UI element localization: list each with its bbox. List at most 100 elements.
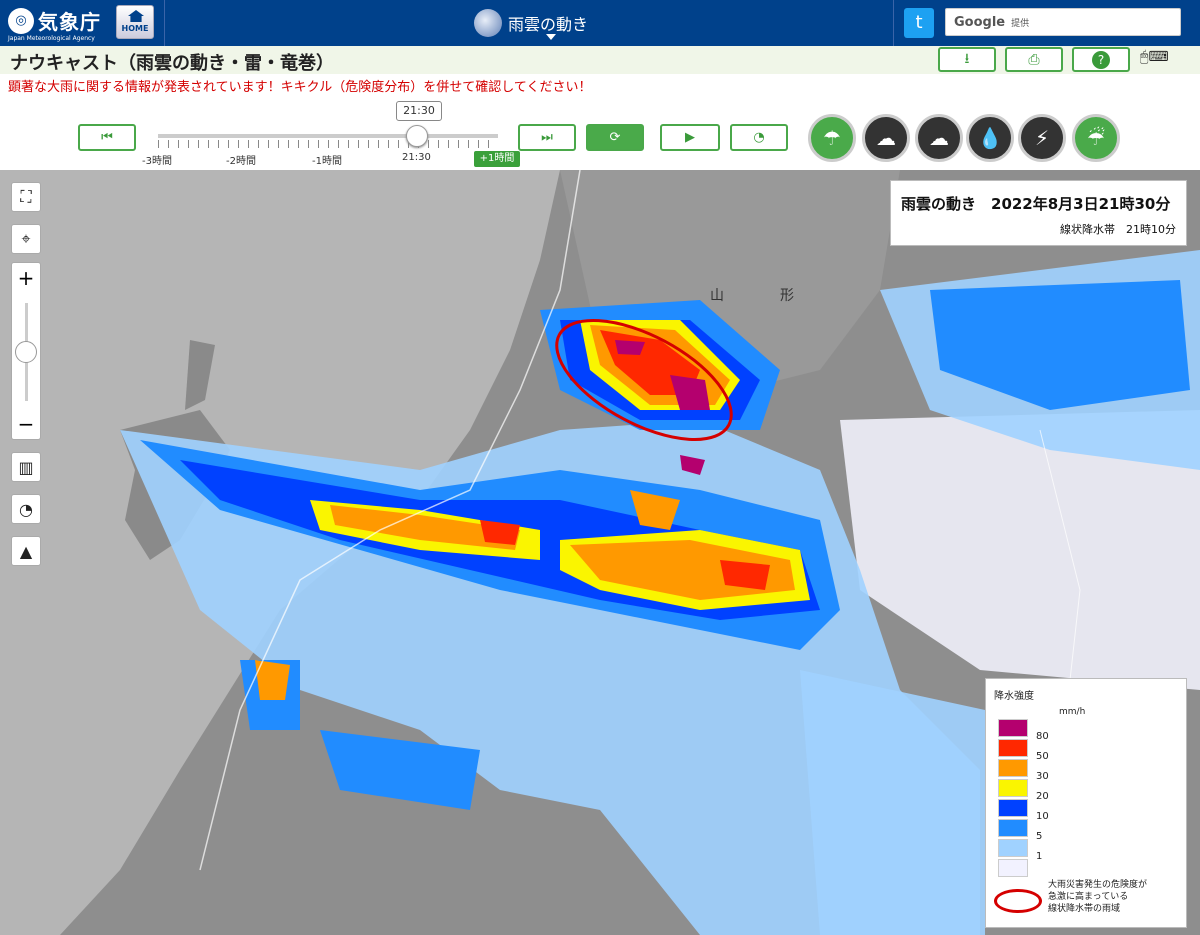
zoom-handle[interactable] <box>15 341 37 363</box>
tick-label: -1時間 <box>312 156 342 167</box>
thunder-mode-button[interactable]: ☁ <box>862 114 910 162</box>
mode-label: 雨雲の動き <box>508 15 589 34</box>
slider-handle[interactable] <box>406 125 428 147</box>
chevron-down-icon <box>546 34 556 40</box>
legend-title: 降水強度 <box>994 691 1034 702</box>
legend-swatch <box>998 739 1028 757</box>
zoom-out-button[interactable]: − <box>12 411 40 437</box>
print-icon: ⎙ <box>1028 51 1040 68</box>
map-icon: ▥ <box>18 457 34 477</box>
lightning-button[interactable]: ⚡ <box>1018 114 1066 162</box>
time-info-box: 雨雲の動き 2022年8月3日21時30分 線状降水帯 21時10分 <box>890 180 1187 246</box>
drop-icon: ◔ <box>19 499 33 519</box>
header-divider <box>164 0 165 46</box>
legend-value: 20 <box>1036 791 1049 802</box>
page-title: ナウキャスト（雨雲の動き・雷・竜巻） <box>10 53 334 74</box>
location-button[interactable]: ⌖ <box>11 224 41 254</box>
terrain-button[interactable]: ▲ <box>11 536 41 566</box>
info-title: 雨雲の動き 2022年8月3日21時30分 <box>901 195 1171 213</box>
map-layer-button[interactable]: ▥ <box>11 452 41 482</box>
search-input[interactable]: Google 提供 <box>945 8 1181 36</box>
lightning-icon: ⚡ <box>1034 126 1050 150</box>
tick-label: -2時間 <box>226 156 256 167</box>
slider-track[interactable] <box>158 134 498 138</box>
tick-label: -3時間 <box>142 156 172 167</box>
legend-swatch <box>998 719 1028 737</box>
input-mode-toggle[interactable]: 🖱⌨ <box>1140 49 1188 71</box>
refresh-icon: ⟳ <box>609 130 621 145</box>
speed-button[interactable]: ◔ <box>730 124 788 151</box>
zoom-in-button[interactable]: + <box>12 265 40 291</box>
play-button[interactable]: ▶ <box>660 124 720 151</box>
rain-mode-button[interactable]: ☂ <box>808 114 856 162</box>
legend-value: 10 <box>1036 811 1049 822</box>
play-icon: ▶ <box>685 130 695 145</box>
fullscreen-button[interactable]: ⛶ <box>11 182 41 212</box>
linear-rainband-ring-icon <box>994 889 1042 913</box>
legend-value: 80 <box>1036 731 1049 742</box>
skip-back-icon: ⏮ <box>101 130 113 145</box>
jma-logo[interactable]: ◎ 気象庁 Japan Meteorological Agency <box>6 4 110 42</box>
legend-swatch <box>998 819 1028 837</box>
slider-ticks <box>158 140 498 148</box>
time-slider[interactable]: 21:30 -3時間 -2時間 -1時間 21:30 +1時間 <box>142 100 520 172</box>
search-provider: 提供 <box>1011 18 1030 29</box>
home-button[interactable]: HOME <box>116 5 154 39</box>
plus-one-hour-label[interactable]: +1時間 <box>474 151 520 167</box>
place-name: 形 <box>780 288 794 304</box>
rain-light <box>800 670 985 935</box>
legend-swatch <box>998 839 1028 857</box>
place-name: 山 <box>710 288 724 304</box>
info-subtitle: 線状降水帯 21時10分 <box>1060 223 1176 236</box>
legend-swatch <box>998 859 1028 877</box>
legend-value: 50 <box>1036 751 1049 762</box>
skip-to-end-button[interactable]: ⏭ <box>518 124 576 151</box>
legend-value: 30 <box>1036 771 1049 782</box>
precip-legend: 降水強度 mm/h 80 50 30 20 10 5 1 大雨災害発生の危険度が 急激に高ま… <box>985 678 1187 928</box>
thunder-cloud-icon: ☁ <box>876 126 896 150</box>
download-button[interactable]: ⭳ <box>938 47 996 72</box>
mode-selector[interactable]: 雨雲の動き <box>474 8 589 40</box>
jma-emblem-icon: ◎ <box>8 8 34 34</box>
rain-drop-layer-button[interactable]: ◔ <box>11 494 41 524</box>
print-button[interactable]: ⎙ <box>1005 47 1063 72</box>
legend-unit: mm/h <box>1059 707 1086 717</box>
twitter-icon[interactable]: t <box>904 8 934 38</box>
warning-notice[interactable]: 顕著な大雨に関する情報が発表されています！キキクル（危険度分布）を併せて確認して… <box>8 76 591 95</box>
header-divider <box>893 0 894 46</box>
top-bar: ◎ 気象庁 Japan Meteorological Agency HOME 雨… <box>0 0 1200 46</box>
agency-name-en: Japan Meteorological Agency <box>8 35 95 42</box>
cloud-mode-icon <box>474 9 502 37</box>
help-button[interactable]: ? <box>1072 47 1130 72</box>
legend-value: 1 <box>1036 851 1043 862</box>
heavy-rain-icon: ☔ <box>1087 126 1105 150</box>
legend-swatch <box>998 779 1028 797</box>
tick-label: 21:30 <box>402 152 431 163</box>
ring-description: 大雨災害発生の危険度が 急激に高まっている 線状降水帯の雨域 <box>1048 880 1148 914</box>
current-time-tooltip: 21:30 <box>396 101 442 121</box>
tornado-icon: ☁ <box>929 126 949 150</box>
house-icon <box>128 10 144 22</box>
rain-drop-button[interactable]: 💧 <box>966 114 1014 162</box>
keyboard-icon: ⌨ <box>1148 49 1169 65</box>
zoom-control: + − <box>11 262 41 440</box>
agency-name: 気象庁 <box>38 10 101 34</box>
skip-forward-icon: ⏭ <box>541 130 553 145</box>
drop-icon: 💧 <box>977 126 1003 150</box>
refresh-button[interactable]: ⟳ <box>586 124 644 151</box>
location-pin-icon: ⌖ <box>21 229 31 248</box>
legend-swatch <box>998 799 1028 817</box>
help-icon: ? <box>1092 50 1110 69</box>
fullscreen-icon: ⛶ <box>20 187 32 206</box>
tornado-mode-button[interactable]: ☁ <box>915 114 963 162</box>
legend-swatch <box>998 759 1028 777</box>
rain-violent <box>615 340 645 355</box>
rain-cloud-icon: ☂ <box>823 126 841 150</box>
speedometer-icon: ◔ <box>753 130 765 145</box>
search-brand: Google <box>954 14 1006 30</box>
home-label: HOME <box>121 24 149 33</box>
mountain-icon: ▲ <box>19 541 33 561</box>
legend-value: 5 <box>1036 831 1043 842</box>
linear-rainband-button[interactable]: ☔ <box>1072 114 1120 162</box>
skip-to-start-button[interactable]: ⏮ <box>78 124 136 151</box>
